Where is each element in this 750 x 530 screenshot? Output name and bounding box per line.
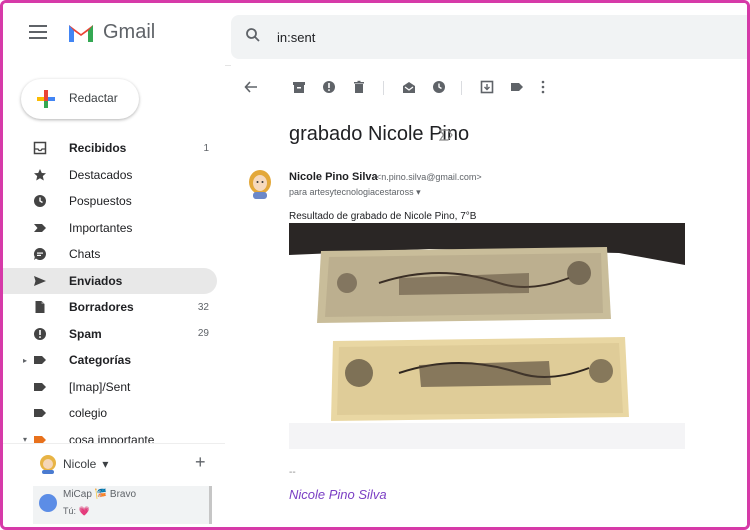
expand-arrow-icon[interactable]: ▸: [23, 356, 27, 365]
label-icon: [33, 380, 47, 394]
gmail-window: Gmail in:sent Redactar Recibidos 1 Desta…: [0, 0, 750, 530]
user-caret-icon: ▾: [102, 457, 109, 471]
important-marker-icon[interactable]: [439, 129, 453, 141]
inbox-icon: [33, 141, 47, 155]
new-chat-plus-icon[interactable]: +: [195, 452, 206, 473]
avatar: [40, 455, 56, 474]
sidebar-item-label: Recibidos: [69, 141, 127, 156]
chat-preview: Tú: 💗: [63, 506, 90, 516]
sidebar-item-label: Pospuestos: [69, 194, 132, 209]
sidebar-item-label: Spam: [69, 326, 102, 341]
send-icon: [33, 274, 47, 288]
important-icon: [33, 221, 47, 235]
compose-label: Redactar: [69, 91, 118, 105]
back-arrow-icon[interactable]: [243, 79, 259, 95]
draft-count: 32: [197, 301, 209, 313]
search-input[interactable]: in:sent: [277, 30, 315, 45]
chat-item[interactable]: MiCap 🎏 Bravo Tú: 💗: [33, 486, 212, 524]
sidebar-item-drafts[interactable]: Borradores 32: [3, 294, 217, 321]
sidebar-item-label: colegio: [69, 406, 108, 421]
sidebar: Redactar Recibidos 1 Destacados Pospuest…: [3, 65, 225, 527]
gmail-m-icon: [69, 24, 93, 42]
compose-button[interactable]: Redactar: [21, 79, 139, 119]
sender-name: Nicole Pino Silva: [289, 171, 378, 183]
sidebar-item-snoozed[interactable]: Pospuestos: [3, 188, 217, 215]
sender-avatar[interactable]: [245, 169, 275, 199]
move-to-icon[interactable]: [479, 79, 495, 95]
menu-icon[interactable]: [29, 25, 47, 39]
star-icon: [33, 168, 47, 182]
gmail-logo[interactable]: Gmail: [67, 21, 155, 44]
search-bar[interactable]: in:sent: [231, 15, 747, 59]
signature: Nicole Pino Silva: [289, 487, 387, 502]
hangouts-panel: Nicole ▾ + MiCap 🎏 Bravo Tú: 💗: [3, 443, 225, 527]
label-tag-icon[interactable]: [509, 79, 525, 95]
top-bar: Gmail in:sent: [3, 3, 747, 66]
plus-icon: [37, 90, 55, 108]
archive-icon[interactable]: [291, 79, 307, 95]
draft-icon: [33, 300, 47, 314]
sidebar-item-label: [Imap]/Sent: [69, 379, 131, 394]
signature-separator: --: [289, 467, 296, 478]
sidebar-item-important[interactable]: Importantes: [3, 215, 217, 242]
label-icon: [33, 406, 47, 420]
engraving-photo[interactable]: [289, 223, 685, 449]
toolbar-divider: [461, 81, 462, 95]
sidebar-item-spam[interactable]: Spam 29: [3, 321, 217, 348]
mark-unread-icon[interactable]: [401, 79, 417, 95]
sidebar-item-categories[interactable]: ▸ Categorías: [3, 347, 217, 374]
sidebar-item-inbox[interactable]: Recibidos 1: [3, 135, 217, 162]
label-icon: [33, 353, 47, 367]
recipient-line[interactable]: para artesytecnologiacestaross ▾: [289, 187, 421, 198]
sidebar-item-label: Importantes: [69, 220, 133, 235]
chat-icon: [33, 247, 47, 261]
report-spam-icon[interactable]: [321, 79, 337, 95]
delete-icon[interactable]: [351, 79, 367, 95]
message-toolbar: [231, 65, 747, 109]
sidebar-item-label: Chats: [69, 247, 101, 262]
chat-contact-name: MiCap 🎏 Bravo: [63, 489, 137, 500]
contact-avatar: [39, 494, 57, 512]
sidebar-item-chats[interactable]: Chats: [3, 241, 217, 268]
message-view: grabado Nicole Pino Nicole Pino Silva <n…: [231, 65, 747, 527]
hangouts-user-name: Nicole: [63, 457, 97, 471]
sidebar-item-starred[interactable]: Destacados: [3, 162, 217, 189]
sidebar-item-label: Categorías: [69, 353, 132, 368]
toolbar-divider: [383, 81, 384, 95]
unread-count: 1: [203, 142, 209, 154]
sidebar-item-sent[interactable]: Enviados: [3, 267, 217, 294]
sender-email: <n.pino.silva@gmail.com>: [376, 172, 482, 182]
more-options-icon[interactable]: [535, 79, 551, 95]
hangouts-user[interactable]: Nicole ▾: [39, 454, 108, 474]
sidebar-item-imap-sent[interactable]: [Imap]/Sent: [3, 374, 217, 401]
folder-list: Recibidos 1 Destacados Pospuestos Import…: [3, 135, 217, 453]
message-body: Resultado de grabado de Nicole Pino, 7°B: [289, 211, 477, 222]
sidebar-item-label: Borradores: [69, 300, 134, 315]
spam-icon: [33, 327, 47, 341]
search-icon[interactable]: [245, 27, 261, 43]
spam-count: 29: [197, 328, 209, 340]
snooze-icon[interactable]: [431, 79, 447, 95]
sidebar-item-colegio[interactable]: colegio: [3, 400, 217, 427]
clock-icon: [33, 194, 47, 208]
sidebar-item-label: Enviados: [69, 273, 123, 288]
app-name: Gmail: [103, 21, 156, 43]
sidebar-item-label: Destacados: [69, 167, 133, 182]
